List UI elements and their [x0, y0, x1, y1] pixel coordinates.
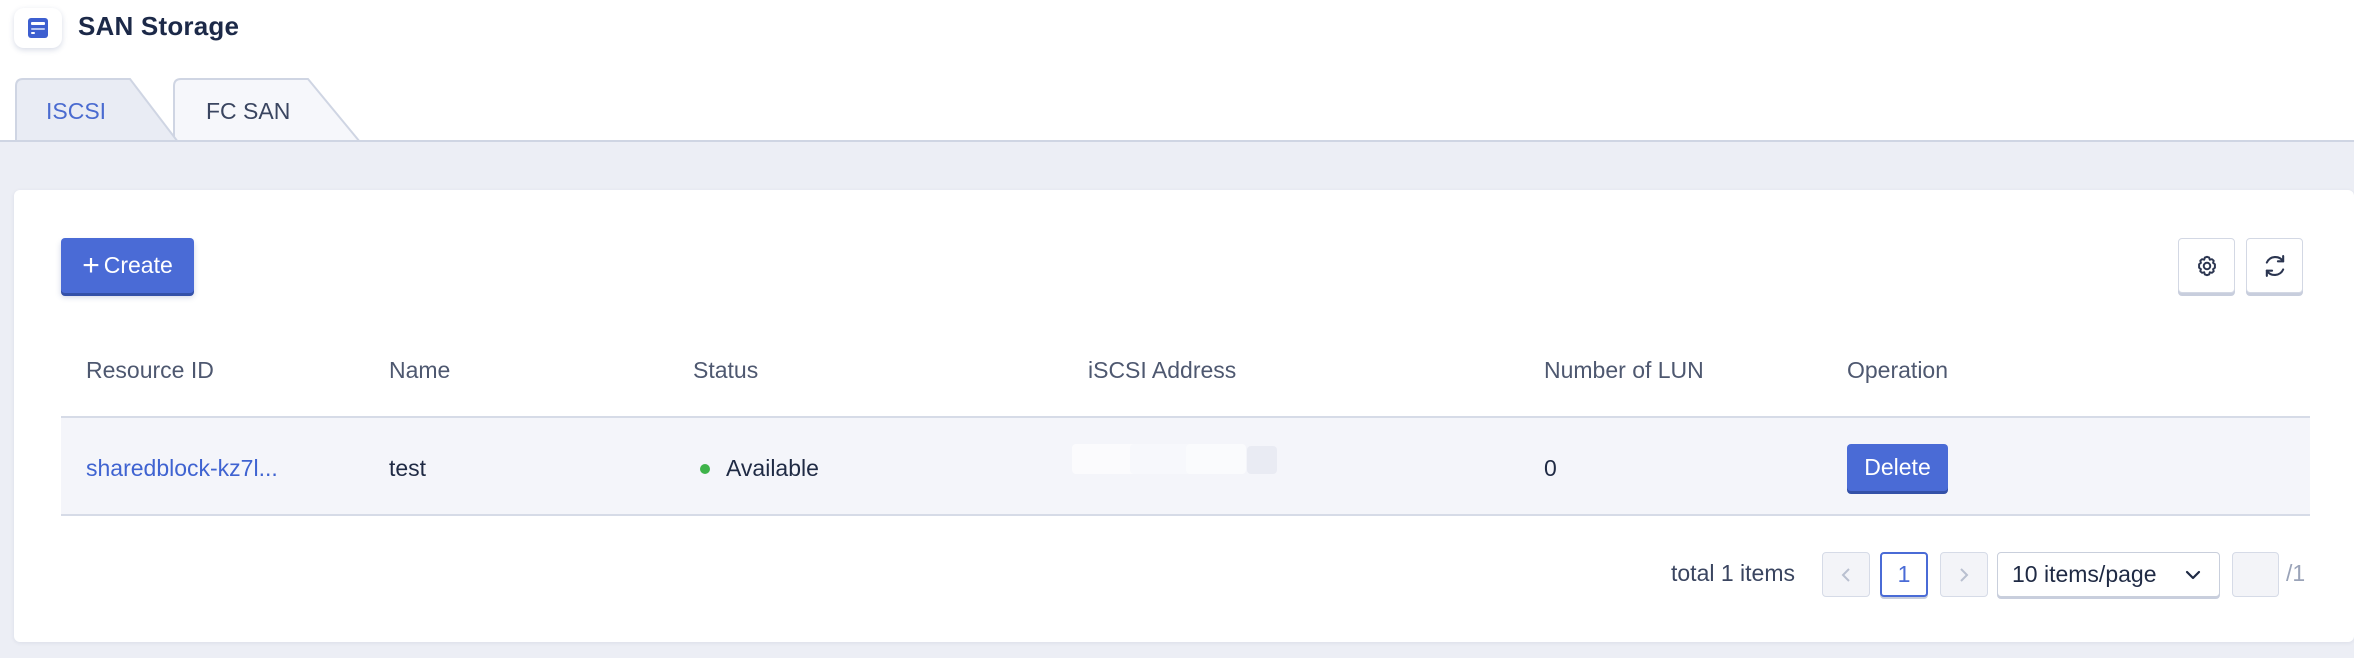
- next-page-button[interactable]: [1940, 552, 1988, 597]
- column-header-status: Status: [693, 357, 759, 383]
- plus-icon: +: [82, 248, 100, 282]
- page-title: SAN Storage: [78, 11, 240, 41]
- column-header-resource-id: Resource ID: [86, 357, 214, 383]
- chevron-down-icon: [2185, 570, 2201, 580]
- prev-page-button[interactable]: [1822, 552, 1870, 597]
- refresh-button[interactable]: [2246, 238, 2303, 293]
- tab-iscsi[interactable]: ISCSI: [14, 78, 180, 142]
- refresh-icon: [2265, 254, 2284, 277]
- create-button-label: Create: [103, 252, 173, 278]
- chevron-right-icon: [1960, 567, 1969, 582]
- pagination-total: total 1 items: [1671, 560, 1795, 586]
- lun-count: 0: [1544, 455, 1557, 481]
- column-header-name: Name: [389, 357, 451, 383]
- column-header-lun-count: Number of LUN: [1544, 357, 1704, 383]
- column-header-iscsi-address: iSCSI Address: [1088, 357, 1237, 383]
- gear-icon: [2197, 255, 2216, 276]
- status-text: Available: [726, 455, 819, 481]
- column-header-operation: Operation: [1847, 357, 1949, 383]
- page-jump-input[interactable]: [2232, 552, 2279, 597]
- storage-icon: [14, 8, 62, 48]
- status-dot-icon: [700, 464, 710, 474]
- create-button[interactable]: + Create: [61, 238, 194, 293]
- tab-fc-san-label: FC SAN: [206, 98, 291, 124]
- tabs-divider: [0, 140, 2354, 142]
- resource-id-link[interactable]: sharedblock-kz7l...: [86, 455, 278, 482]
- delete-button[interactable]: Delete: [1847, 444, 1948, 491]
- page-header: SAN Storage: [0, 0, 2354, 58]
- tab-fc-san[interactable]: FC SAN: [172, 78, 362, 142]
- page-button-current[interactable]: 1: [1880, 552, 1928, 597]
- chevron-left-icon: [1841, 567, 1850, 582]
- total-pages: /1: [2286, 560, 2306, 586]
- tab-iscsi-label: ISCSI: [46, 98, 107, 124]
- page-size-select[interactable]: 10 items/page: [1997, 552, 2220, 597]
- settings-button[interactable]: [2178, 238, 2235, 293]
- page-size-value: 10 items/page: [2012, 561, 2157, 587]
- resource-name: test: [389, 455, 427, 481]
